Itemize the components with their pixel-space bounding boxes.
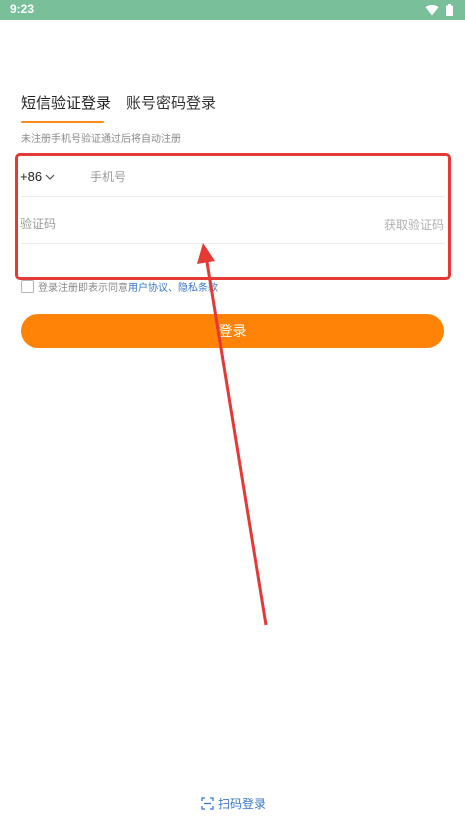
auto-register-hint: 未注册手机号验证通过后将自动注册 (21, 134, 181, 145)
scan-login-link[interactable]: 扫码登录 (201, 795, 266, 812)
annotation-arrow (197, 243, 268, 626)
privacy-policy-link[interactable]: 隐私条款 (178, 279, 218, 294)
agreement-text: 登录注册即表示同意 (38, 283, 128, 294)
agreement-separator: 、 (168, 283, 178, 294)
scan-icon (201, 797, 214, 810)
tab-password-login[interactable]: 账号密码登录 (126, 92, 216, 114)
agreement-row: 登录注册即表示同意 用户协议 、 隐私条款 (21, 279, 218, 294)
wifi-icon (425, 4, 439, 16)
battery-icon (446, 4, 453, 16)
status-time: 9:23 (10, 2, 35, 16)
login-button[interactable]: 登录 (21, 314, 444, 348)
status-bar: 9:23 (0, 0, 465, 20)
agreement-checkbox[interactable] (21, 280, 34, 293)
scan-login-label: 扫码登录 (218, 797, 267, 811)
user-agreement-link[interactable]: 用户协议 (128, 279, 168, 294)
annotation-highlight-box (15, 153, 451, 280)
active-tab-indicator (21, 121, 104, 123)
tab-sms-login[interactable]: 短信验证登录 (21, 92, 111, 114)
